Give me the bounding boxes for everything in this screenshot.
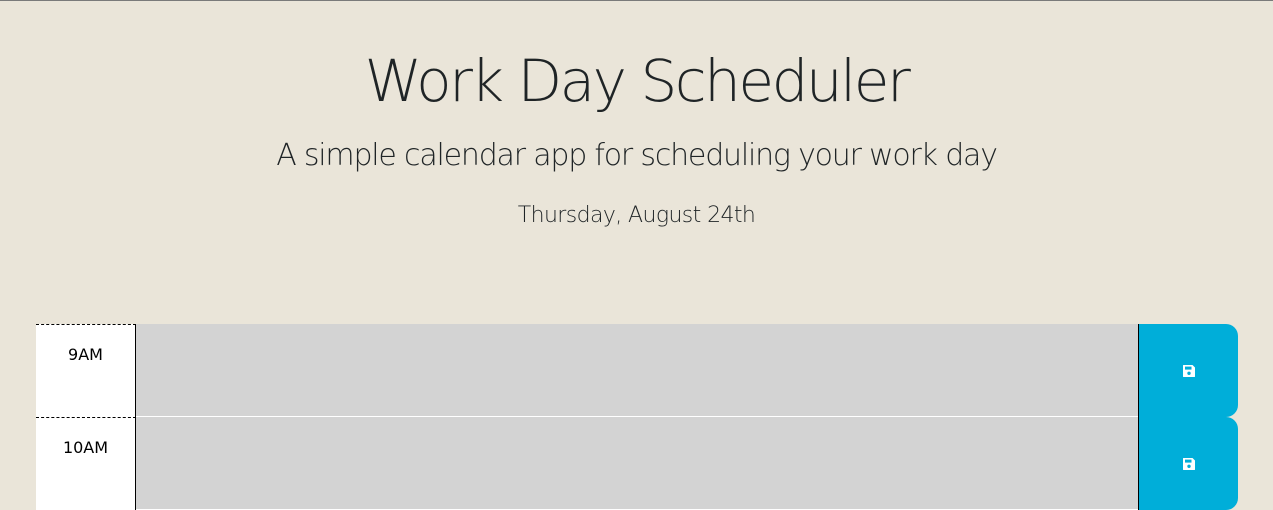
page-title: Work Day Scheduler: [364, 47, 911, 115]
save-button[interactable]: [1138, 417, 1238, 510]
hour-label: 9AM: [36, 324, 136, 417]
floppy-disk-icon: [1182, 457, 1195, 470]
page-subtitle: A simple calendar app for scheduling you…: [276, 138, 998, 173]
scheduler: 9AM 10AM: [36, 324, 1238, 510]
event-description-input[interactable]: [136, 324, 1138, 417]
current-day: Thursday, August 24th: [517, 203, 756, 228]
event-description-input[interactable]: [136, 417, 1138, 510]
save-button[interactable]: [1138, 324, 1238, 417]
hour-label: 10AM: [36, 417, 136, 510]
floppy-disk-icon: [1182, 364, 1195, 377]
time-block-9am: 9AM: [36, 324, 1238, 417]
time-block-10am: 10AM: [36, 417, 1238, 510]
